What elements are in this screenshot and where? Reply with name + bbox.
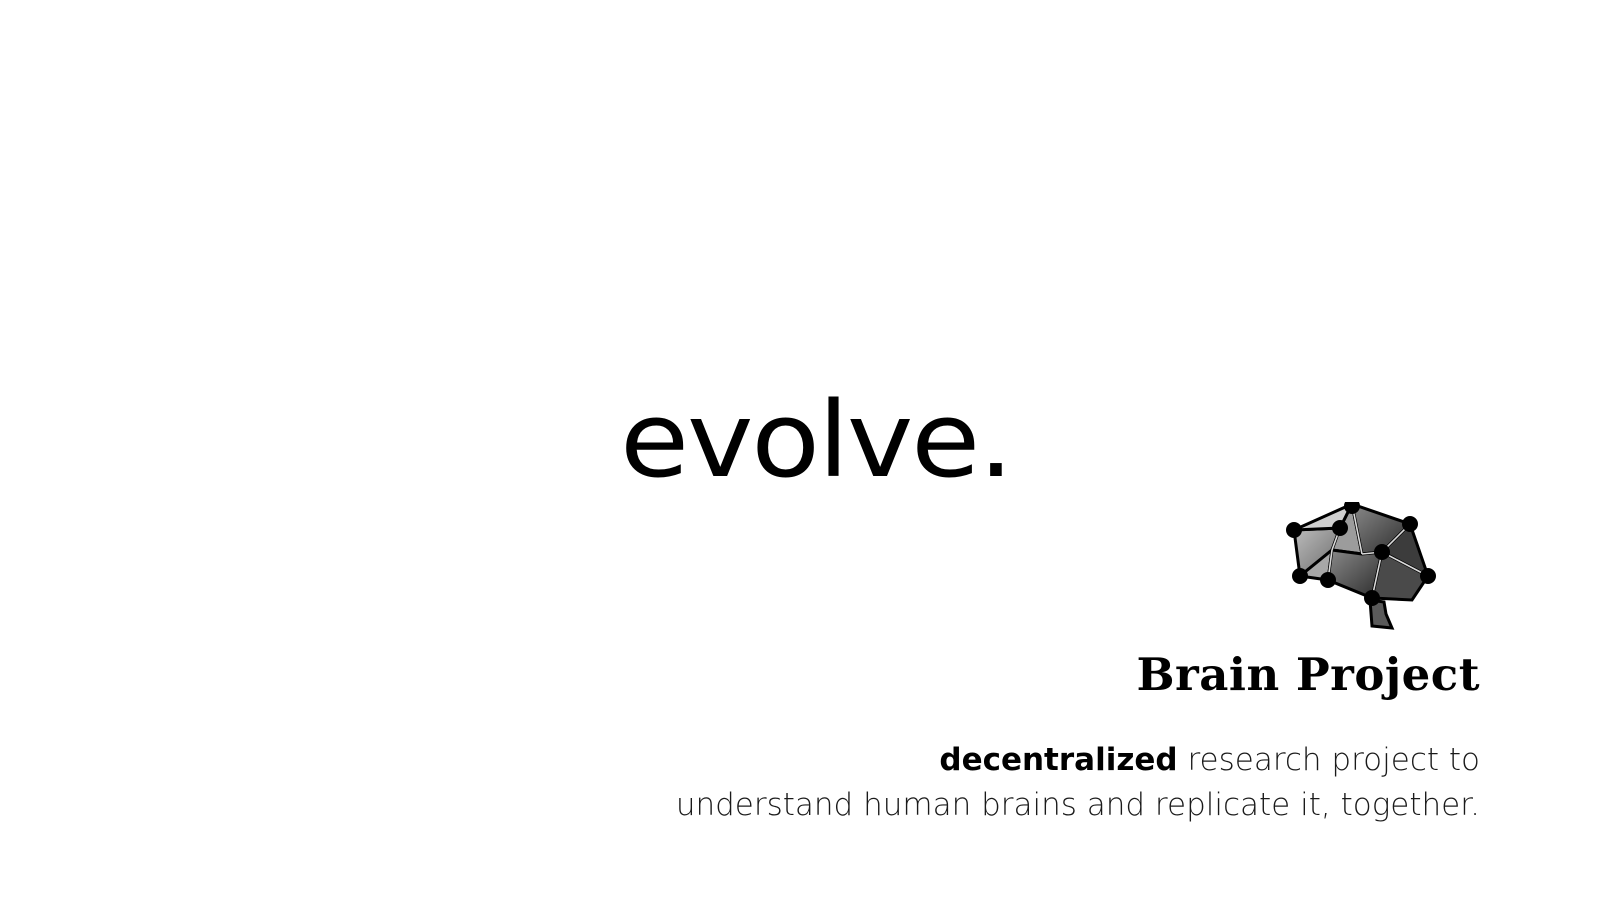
- brain-network-icon: [1286, 502, 1436, 630]
- tagline-line-2: understand human brains and replicate it…: [675, 787, 1480, 823]
- brand-name: Brain Project: [1136, 648, 1480, 701]
- tagline-line-1: decentralized research project to: [676, 738, 1480, 783]
- hero-headline: evolve.: [620, 379, 1014, 501]
- tagline: decentralized research project to unders…: [676, 738, 1480, 828]
- tagline-emphasis: decentralized: [939, 742, 1178, 778]
- tagline-line-1-rest: research project to: [1177, 742, 1480, 778]
